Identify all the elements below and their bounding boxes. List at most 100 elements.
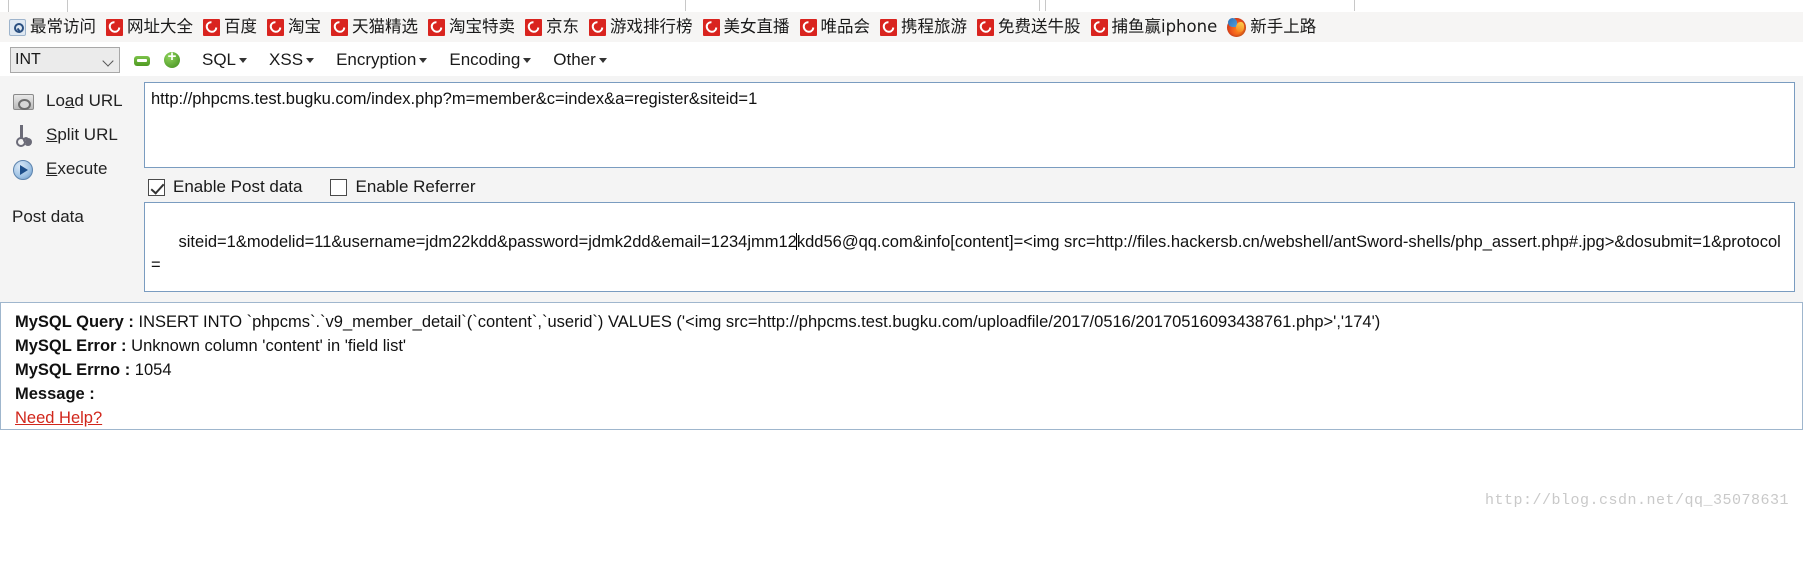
c-favicon	[1090, 18, 1108, 36]
c-favicon	[428, 18, 445, 36]
caret-down-icon	[306, 58, 315, 63]
need-help-link[interactable]: Need Help?	[15, 409, 102, 428]
menu-other-label: Other	[553, 50, 596, 69]
caret-down-icon	[239, 58, 248, 63]
enable-post-data-label: Enable Post data	[173, 177, 303, 196]
mysql-error-line: MySQL Error : Unknown column 'content' i…	[15, 335, 1792, 359]
bookmark-label: 携程旅游	[901, 16, 967, 36]
most-visited-icon	[9, 18, 26, 36]
c-favicon	[977, 18, 994, 36]
load-url-button[interactable]: Load URL	[8, 86, 123, 116]
post-data-input[interactable]: siteid=1&modelid=11&username=jdm22kdd&pa…	[144, 202, 1795, 292]
caret-down-icon	[598, 58, 607, 63]
c-favicon	[589, 18, 606, 36]
hackbar-actions-column: Load URL Split URL Execute Post data	[0, 76, 140, 302]
mysql-query-value: INSERT INTO `phpcms`.`v9_member_detail`(…	[133, 313, 1381, 331]
hackbar-toolbar: INT SQL XSS Encryption Encoding Other	[0, 44, 1803, 76]
menu-sql[interactable]: SQL	[202, 50, 248, 70]
bookmark-label: 淘宝特卖	[449, 16, 515, 36]
execute-label: Execute	[46, 159, 108, 178]
enable-referrer-checkbox[interactable]	[330, 178, 348, 196]
menu-encoding[interactable]: Encoding	[449, 50, 532, 70]
mysql-message-line: Message :	[15, 383, 1792, 407]
menu-other[interactable]: Other	[553, 50, 607, 70]
bookmark-item[interactable]: 京东	[522, 14, 584, 40]
post-data-text-before-caret: siteid=1&modelid=11&username=jdm22kdd&pa…	[178, 233, 797, 252]
type-select-value: INT	[15, 51, 41, 68]
chevron-down-icon	[102, 55, 114, 67]
menu-xss[interactable]: XSS	[269, 50, 315, 70]
menu-encryption-label: Encryption	[336, 50, 417, 69]
browser-tab-remnant-right[interactable]	[1045, 0, 1355, 11]
bookmark-item[interactable]: 淘宝	[264, 14, 326, 40]
bookmark-label: 美女直播	[723, 16, 790, 36]
bookmark-item[interactable]: 捕鱼赢iphone	[1088, 14, 1223, 40]
bookmark-item[interactable]: 新手上路	[1224, 14, 1321, 40]
split-url-label: Split URL	[46, 125, 118, 144]
bookmark-item[interactable]: 天猫精选	[328, 14, 423, 40]
bookmark-label: 捕鱼赢iphone	[1111, 16, 1218, 36]
browser-tab-remnant-middle[interactable]	[685, 0, 1040, 11]
hackbar-panel: Load URL Split URL Execute Post data htt…	[0, 76, 1803, 302]
c-favicon	[331, 18, 348, 36]
plus-button-icon[interactable]	[164, 48, 180, 68]
execute-icon	[8, 157, 38, 181]
mysql-message-label: Message :	[15, 384, 95, 403]
c-favicon	[203, 18, 220, 36]
bookmark-label: 京东	[546, 16, 579, 36]
bookmark-item[interactable]: 最常访问	[6, 14, 101, 40]
bookmark-label: 淘宝	[288, 16, 321, 36]
bookmark-label: 新手上路	[1250, 16, 1317, 36]
enable-post-data-checkbox[interactable]	[148, 178, 165, 196]
bookmark-item[interactable]: 美女直播	[700, 14, 795, 40]
bookmark-item[interactable]: 唯品会	[797, 14, 876, 40]
bookmark-label: 百度	[224, 16, 257, 36]
browser-window: 最常访问 网址大全 百度 淘宝 天猫精选 淘宝特卖 京东 游戏排行榜 美女直播 唯品会 携程旅游 免费…	[0, 0, 1803, 561]
load-url-label: Load URL	[46, 91, 123, 110]
bookmark-label: 最常访问	[30, 16, 96, 36]
c-favicon	[267, 18, 284, 36]
mysql-errno-value: 1054	[130, 360, 172, 379]
bookmark-item[interactable]: 免费送牛股	[974, 14, 1086, 40]
mysql-errno-label: MySQL Errno :	[15, 360, 131, 379]
execute-button[interactable]: Execute	[8, 154, 107, 184]
browser-tab-remnant[interactable]	[8, 0, 68, 12]
bookmark-label: 天猫精选	[352, 16, 418, 36]
mysql-query-label: MySQL Query :	[15, 313, 134, 331]
bookmark-label: 网址大全	[127, 16, 193, 36]
mysql-output-panel: MySQL Query : INSERT INTO `phpcms`.`v9_m…	[0, 302, 1803, 430]
caret-down-icon	[523, 58, 532, 63]
type-select[interactable]: INT	[10, 47, 120, 73]
url-input[interactable]: http://phpcms.test.bugku.com/index.php?m…	[144, 82, 1795, 168]
enable-referrer-label: Enable Referrer	[355, 177, 476, 196]
bookmark-item[interactable]: 网址大全	[103, 14, 198, 40]
minus-button-icon[interactable]	[134, 55, 150, 66]
firefox-icon	[1227, 17, 1247, 37]
c-favicon	[799, 18, 817, 36]
mysql-error-label: MySQL Error :	[15, 336, 127, 355]
bookmark-item[interactable]: 携程旅游	[877, 14, 972, 40]
menu-xss-label: XSS	[269, 50, 304, 69]
bookmarks-bar: 最常访问 网址大全 百度 淘宝 天猫精选 淘宝特卖 京东 游戏排行榜 美女直播 唯品会 携程旅游 免费…	[0, 12, 1803, 42]
c-favicon	[525, 18, 542, 36]
split-url-button[interactable]: Split URL	[8, 120, 118, 150]
bookmark-label: 唯品会	[820, 16, 871, 36]
bookmark-item[interactable]: 游戏排行榜	[586, 14, 698, 40]
bookmark-item[interactable]: 百度	[200, 14, 262, 40]
options-row: Enable Post data Enable Referrer	[148, 174, 504, 200]
c-favicon	[106, 18, 123, 36]
watermark-text: http://blog.csdn.net/qq_35078631	[1484, 492, 1789, 509]
mysql-errno-line: MySQL Errno : 1054	[15, 359, 1792, 383]
bookmark-label: 游戏排行榜	[610, 16, 693, 36]
c-favicon	[880, 18, 897, 36]
load-url-icon	[8, 89, 38, 113]
bookmark-item[interactable]: 淘宝特卖	[425, 14, 520, 40]
mysql-error-value: Unknown column 'content' in 'field list'	[126, 336, 407, 355]
c-favicon	[702, 18, 720, 36]
bookmark-label: 免费送牛股	[998, 16, 1081, 36]
menu-sql-label: SQL	[202, 50, 237, 69]
menu-encryption[interactable]: Encryption	[336, 50, 428, 70]
caret-down-icon	[419, 58, 428, 63]
post-data-label: Post data	[12, 207, 84, 226]
mysql-query-line: MySQL Query : INSERT INTO `phpcms`.`v9_m…	[15, 311, 1792, 335]
